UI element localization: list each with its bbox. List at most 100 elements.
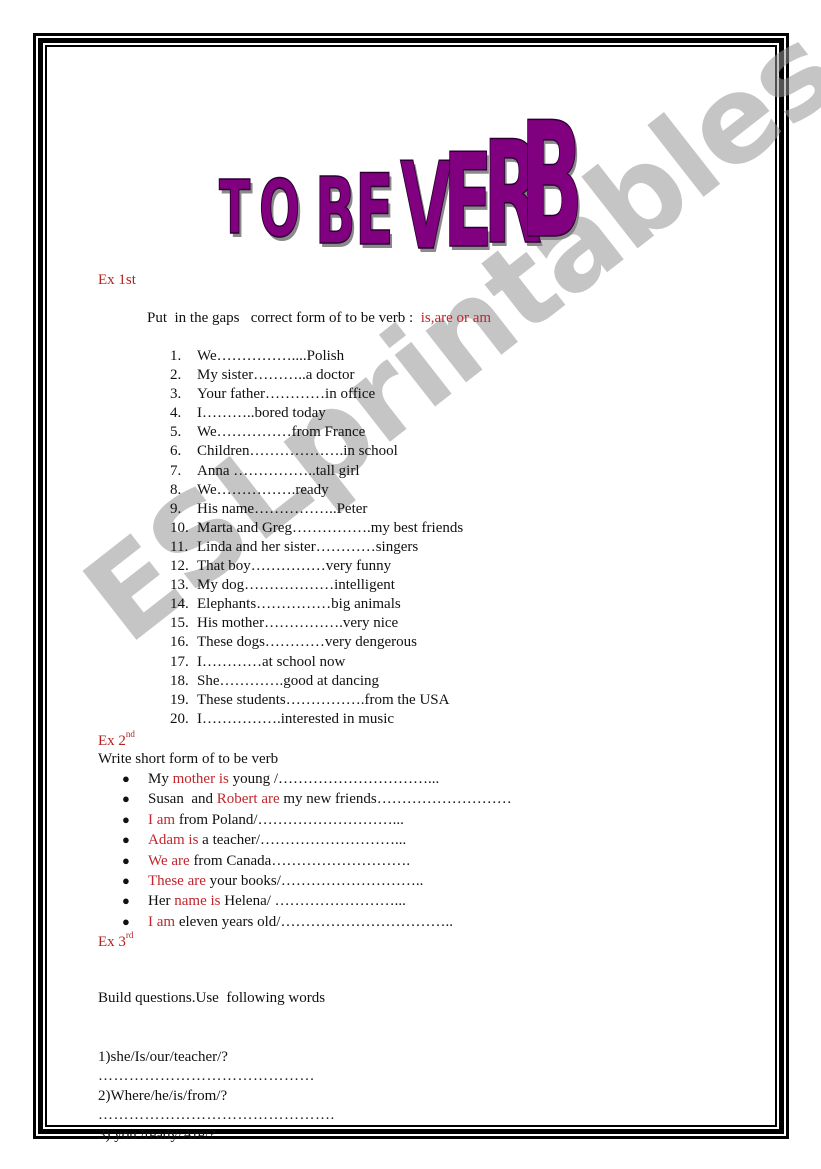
- ex3-heading-sup: rd: [125, 930, 134, 940]
- ex2-item-highlight: mother is: [172, 771, 229, 787]
- ex1-item: 17. I…………at school now: [170, 653, 463, 672]
- bullet-icon: ●: [122, 893, 130, 909]
- ex1-item-text: Children……………….in school: [197, 443, 398, 460]
- ex1-item: 18. She………….good at dancing: [170, 672, 463, 691]
- ex1-item-number: 4.: [170, 405, 182, 422]
- ex2-item: ● Susan and Robert are my new friends……………: [122, 789, 512, 809]
- ex2-item: ● We are from Canada……………………….: [122, 851, 512, 871]
- ex2-item: ● I am eleven years old/……………………………..: [122, 912, 512, 932]
- ex1-item-number: 16.: [170, 634, 189, 651]
- ex2-item-highlight: name is: [174, 893, 221, 910]
- bullet-icon: ●: [122, 771, 130, 786]
- ex1-item-text: Your father…………in office: [197, 386, 376, 403]
- ex2-item: ● These are your books/………………………..: [122, 871, 512, 891]
- ex1-item-number: 13.: [170, 577, 189, 594]
- ex2-heading-text: Ex 2: [98, 733, 126, 749]
- ex1-item-number: 10.: [170, 519, 189, 536]
- ex2-heading-sup: nd: [125, 729, 135, 739]
- ex2-item-prefix: Susan and: [148, 791, 217, 808]
- ex3-items: 1)she/Is/our/teacher/? …………………………………… 2)Wh…: [98, 1048, 335, 1146]
- ex1-item-text: Anna ……………..tall girl: [197, 462, 360, 479]
- ex2-item-prefix: My: [148, 771, 173, 787]
- ex1-item-text: Linda and her sister…………singers: [197, 538, 419, 555]
- ex3-instruction: Build questions.Use following words: [98, 990, 326, 1006]
- ex1-item-number: 2.: [170, 367, 182, 384]
- ex1-instruction-options: is,are or am: [420, 310, 492, 326]
- bullet-icon: ●: [122, 852, 130, 868]
- ex1-item-number: 15.: [170, 615, 189, 632]
- ex1-item-text: I…………….interested in music: [197, 710, 395, 727]
- ex2-item: ● Adam is a teacher/………………………...: [122, 830, 512, 850]
- title-letter: B: [520, 89, 583, 275]
- ex2-item-suffix: from Canada……………………….: [189, 852, 411, 869]
- ex2-item-highlight: I am: [148, 913, 176, 930]
- ex1-item: 8. We…………….ready: [170, 481, 463, 500]
- ex2-instruction: Write short form of to be verb: [98, 751, 279, 767]
- ex2-item-suffix: young /…………………………...: [228, 771, 440, 787]
- ex2-item: ● Her name is Helena/ ……………………...: [122, 891, 512, 911]
- ex1-item-number: 1.: [170, 348, 182, 364]
- ex1-item-number: 7.: [170, 462, 182, 479]
- ex1-item-number: 11.: [170, 538, 189, 555]
- ex3-heading-text: Ex 3: [98, 934, 126, 950]
- bullet-icon: ●: [122, 791, 130, 807]
- ex1-item: 11. Linda and her sister…………singers: [170, 538, 463, 557]
- ex2-item-suffix: eleven years old/……………………………..: [175, 913, 453, 930]
- ex1-item-number: 9.: [170, 500, 182, 517]
- ex2-item-suffix: my new friends………………………: [279, 791, 512, 808]
- ex1-item: 7. Anna ……………..tall girl: [170, 462, 463, 481]
- ex1-item-number: 6.: [170, 443, 182, 460]
- ex1-item-number: 19.: [170, 691, 189, 708]
- ex1-item: 6. Children……………….in school: [170, 442, 463, 461]
- ex1-item-text: These students…………….from the USA: [197, 691, 450, 708]
- ex1-item-text: We……………from France: [197, 424, 366, 441]
- ex2-item-suffix: from Poland/………………………...: [175, 811, 404, 828]
- ex1-item: 1. We……………....Polish: [170, 347, 463, 366]
- ex1-item: 12. That boy……………very funny: [170, 557, 463, 576]
- ex1-item: 20. I…………….interested in music: [170, 710, 463, 729]
- title-letter: O: [259, 165, 300, 255]
- ex1-item-number: 14.: [170, 596, 189, 613]
- ex3-heading: Ex 3rd: [98, 930, 134, 951]
- ex3-question-prompt: 1)she/Is/our/teacher/?: [98, 1048, 228, 1065]
- ex2-item-suffix: Helena/ ……………………...: [220, 893, 406, 910]
- ex2-item-suffix: your books/………………………..: [205, 873, 424, 890]
- ex3-block: Build questions.Use following words 1)sh…: [98, 950, 335, 1165]
- ex1-item-text: These dogs…………very dengerous: [197, 634, 417, 651]
- ex3-question-prompt: 3) you /ready/Are/?: [98, 1126, 216, 1143]
- ex2-list: ● My mother is young /…………………………... ● Susan…: [122, 769, 512, 932]
- ex3-answer-line[interactable]: ……………………………………….: [98, 1106, 335, 1126]
- ex1-item: 19. These students…………….from the USA: [170, 691, 463, 710]
- ex1-item-number: 20.: [170, 710, 189, 727]
- ex1-item: 16. These dogs…………very dengerous: [170, 633, 463, 652]
- ex1-item: 14. Elephants……………big animals: [170, 595, 463, 614]
- title-letter: T: [219, 164, 250, 251]
- ex1-item-text: Elephants……………big animals: [197, 596, 401, 613]
- bullet-icon: ●: [122, 811, 130, 827]
- ex1-item-text: I………..bored today: [197, 405, 326, 422]
- bullet-icon: ●: [122, 832, 130, 848]
- ex1-item: 10. Marta and Greg…………….my best friends: [170, 519, 463, 538]
- ex1-list: 1. We……………....Polish 2. My sister………..a doc…: [170, 347, 463, 729]
- title-wordart: T O B E VERB T O B E VERB: [218, 89, 585, 281]
- ex2-item-highlight: Adam is: [148, 832, 199, 849]
- ex2-heading: Ex 2nd: [98, 729, 135, 750]
- ex1-item-text: Marta and Greg…………….my best friends: [197, 519, 464, 536]
- ex2-item-highlight: Robert are: [216, 791, 280, 808]
- ex1-item-text: My dog………………intelligent: [197, 577, 395, 594]
- ex1-item-text: I…………at school now: [197, 653, 346, 670]
- page-title: TOBEVERB TOBEVERB: [215, 78, 585, 281]
- ex2-item-suffix: a teacher/………………………...: [198, 832, 407, 849]
- ex1-item-text: That boy……………very funny: [197, 558, 392, 575]
- title-letter: E: [355, 153, 394, 267]
- ex1-item-number: 18.: [170, 672, 189, 689]
- ex1-item: 15. His mother…………….very nice: [170, 614, 463, 633]
- ex2-item-highlight: I am: [148, 811, 176, 828]
- ex1-item: 13. My dog………………intelligent: [170, 576, 463, 595]
- ex1-item-text: His name……………..Peter: [197, 500, 368, 517]
- ex1-heading: Ex 1st: [98, 272, 136, 288]
- ex2-item-highlight: We are: [148, 852, 190, 869]
- ex1-item-text: My sister………..a doctor: [197, 367, 355, 384]
- ex2-item-highlight: These are: [148, 873, 206, 890]
- ex3-answer-line[interactable]: ……………………………………: [98, 1067, 335, 1087]
